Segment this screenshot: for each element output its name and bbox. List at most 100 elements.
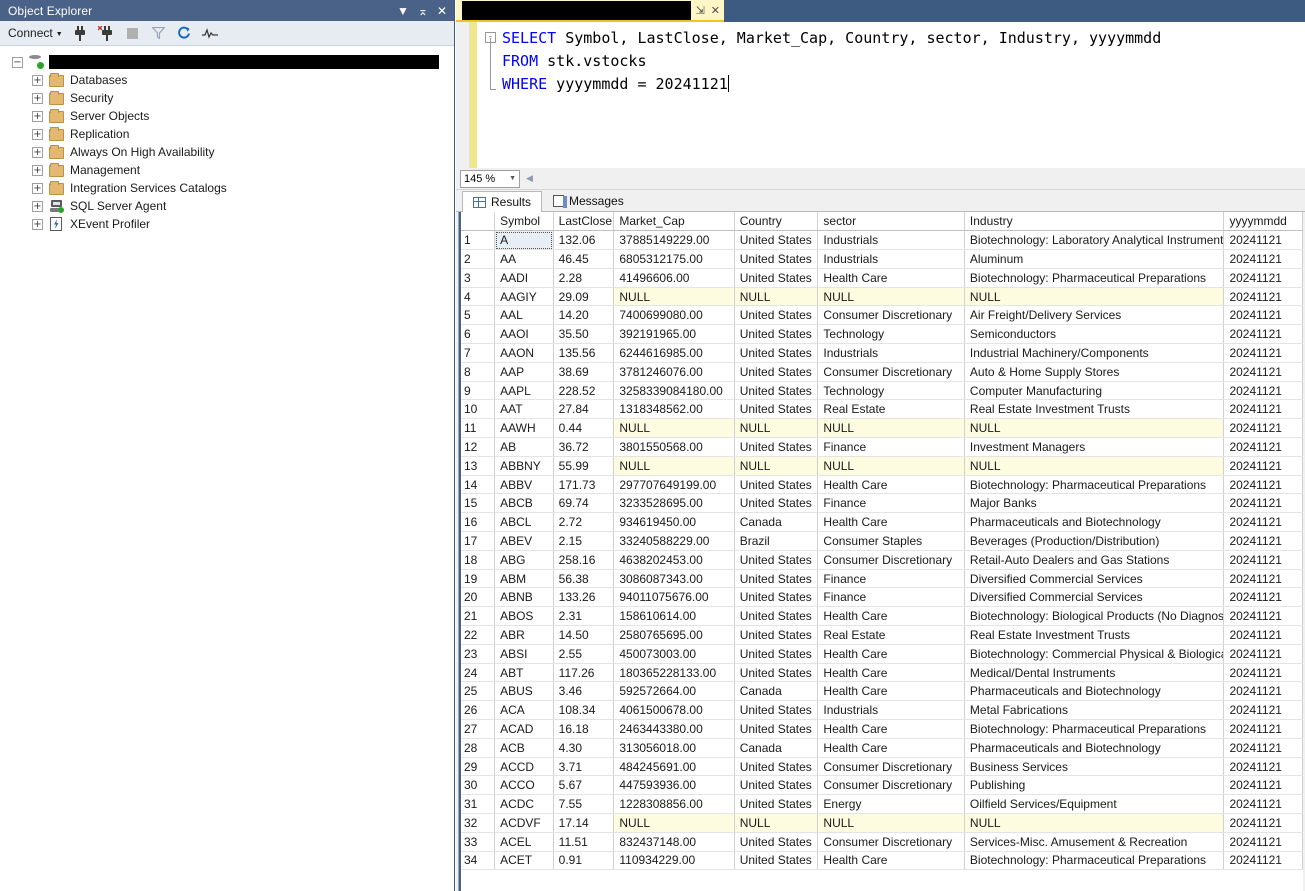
cell-symbol[interactable]: AAON [494, 343, 554, 363]
row-number-cell[interactable]: 3 [459, 268, 496, 288]
cell-industry[interactable]: Oilfield Services/Equipment [964, 794, 1225, 814]
cell-yyyymmdd[interactable]: 20241121 [1223, 775, 1303, 796]
row-number-cell[interactable]: 1 [459, 230, 496, 251]
cell-symbol[interactable]: ABEV [494, 531, 554, 551]
cell-lastclose[interactable]: 4.30 [553, 738, 615, 758]
cell-country[interactable]: Canada [734, 738, 819, 758]
column-header-country[interactable]: Country [734, 212, 819, 232]
cell-market_cap[interactable]: 832437148.00 [613, 832, 735, 852]
row-number-cell[interactable]: 17 [459, 531, 496, 551]
cell-country[interactable]: United States [734, 268, 819, 288]
cell-market_cap[interactable]: 3233528695.00 [613, 493, 735, 514]
table-row[interactable]: 30 ACCO 5.67 447593936.00 United States Consu… [459, 775, 1303, 796]
row-number-cell[interactable]: 32 [459, 813, 496, 833]
cell-lastclose[interactable]: 27.84 [553, 399, 615, 420]
cell-country[interactable]: Canada [734, 681, 819, 702]
cell-industry[interactable]: Medical/Dental Instruments [964, 663, 1225, 683]
cell-market_cap[interactable]: NULL [613, 813, 735, 833]
cell-sector[interactable]: Consumer Discretionary [817, 757, 965, 777]
cell-market_cap[interactable]: 110934229.00 [613, 851, 735, 871]
cell-country[interactable]: United States [734, 343, 819, 363]
cell-symbol[interactable]: AAWH [494, 418, 554, 439]
connect-button[interactable]: Connect ▼ [8, 26, 63, 40]
cell-sector[interactable]: Consumer Discretionary [817, 362, 965, 382]
cell-market_cap[interactable]: 158610614.00 [613, 606, 735, 627]
cell-market_cap[interactable]: NULL [613, 456, 735, 476]
table-row[interactable]: 29 ACCD 3.71 484245691.00 United States Consu… [459, 757, 1303, 777]
row-number-cell[interactable]: 24 [459, 663, 496, 683]
tab-results[interactable]: Results [462, 191, 543, 212]
table-row[interactable]: 23 ABSI 2.55 450073003.00 United States Healt… [459, 644, 1303, 664]
row-number-cell[interactable]: 25 [459, 681, 496, 702]
cell-market_cap[interactable]: 6244616985.00 [613, 343, 735, 363]
zoom-level-select[interactable]: 145 % ▼ [460, 169, 520, 188]
cell-market_cap[interactable]: 3258339084180.00 [613, 381, 735, 401]
cell-market_cap[interactable]: 6805312175.00 [613, 249, 735, 269]
cell-market_cap[interactable]: 41496606.00 [613, 268, 735, 288]
cell-yyyymmdd[interactable]: 20241121 [1223, 512, 1303, 533]
tree-node-replication[interactable]: + Replication [12, 125, 454, 143]
cell-symbol[interactable]: ABOS [494, 606, 554, 627]
cell-yyyymmdd[interactable]: 20241121 [1223, 832, 1303, 852]
cell-lastclose[interactable]: 2.15 [553, 531, 615, 551]
cell-lastclose[interactable]: 117.26 [553, 663, 615, 683]
cell-lastclose[interactable]: 11.51 [553, 832, 615, 852]
expand-expander-icon[interactable]: + [32, 110, 43, 122]
cell-country[interactable]: Brazil [734, 531, 819, 551]
pin-icon[interactable]: ⌅ [418, 5, 428, 17]
table-row[interactable]: 14 ABBV 171.73 297707649199.00 United States… [459, 475, 1303, 495]
row-number-cell[interactable]: 22 [459, 625, 496, 645]
cell-sector[interactable]: Consumer Staples [817, 531, 965, 551]
cell-sector[interactable]: Finance [817, 587, 965, 608]
cell-sector[interactable]: Finance [817, 569, 965, 589]
cell-yyyymmdd[interactable]: 20241121 [1223, 287, 1303, 307]
cell-sector[interactable]: Technology [817, 324, 965, 345]
cell-market_cap[interactable]: 3086087343.00 [613, 569, 735, 589]
cell-sector[interactable]: Health Care [817, 606, 965, 627]
row-number-cell[interactable]: 33 [459, 832, 496, 852]
table-row[interactable]: 25 ABUS 3.46 592572664.00 Canada Health Care P… [459, 681, 1303, 702]
cell-sector[interactable]: Consumer Discretionary [817, 775, 965, 796]
cell-lastclose[interactable]: 3.46 [553, 681, 615, 702]
cell-symbol[interactable]: AAT [494, 399, 554, 420]
cell-market_cap[interactable]: NULL [613, 418, 735, 439]
cell-sector[interactable]: Energy [817, 794, 965, 814]
expand-expander-icon[interactable]: + [32, 200, 43, 212]
table-row[interactable]: 24 ABT 117.26 180365228133.00 United States H… [459, 663, 1303, 683]
row-number-cell[interactable]: 12 [459, 437, 496, 457]
table-row[interactable]: 20 ABNB 133.26 94011075676.00 United States F… [459, 587, 1303, 608]
cell-industry[interactable]: Business Services [964, 757, 1225, 777]
cell-industry[interactable]: Biotechnology: Laboratory Analytical Ins… [964, 230, 1225, 251]
cell-yyyymmdd[interactable]: 20241121 [1223, 531, 1303, 551]
column-header-yyyymmdd[interactable]: yyyymmdd [1223, 212, 1303, 232]
expand-expander-icon[interactable]: + [32, 128, 43, 140]
code-line[interactable]: FROM stk.vstocks [477, 49, 1305, 72]
cell-yyyymmdd[interactable]: 20241121 [1223, 249, 1303, 269]
cell-symbol[interactable]: ACDVF [494, 813, 554, 833]
cell-symbol[interactable]: ABM [494, 569, 554, 589]
cell-symbol[interactable]: AAL [494, 305, 554, 326]
cell-country[interactable]: United States [734, 493, 819, 514]
table-row[interactable]: 31 ACDC 7.55 1228308856.00 United States Ener… [459, 794, 1303, 814]
cell-lastclose[interactable]: 228.52 [553, 381, 615, 401]
cell-symbol[interactable]: ACAD [494, 719, 554, 739]
cell-country[interactable]: United States [734, 644, 819, 664]
cell-sector[interactable]: Health Care [817, 475, 965, 495]
cell-yyyymmdd[interactable]: 20241121 [1223, 757, 1303, 777]
query-document-tab[interactable]: ⇲ ✕ [456, 0, 724, 22]
expand-expander-icon[interactable]: + [32, 92, 43, 104]
cell-country[interactable]: United States [734, 663, 819, 683]
row-number-cell[interactable]: 8 [459, 362, 496, 382]
cell-symbol[interactable]: ACDC [494, 794, 554, 814]
cell-symbol[interactable]: ABCB [494, 493, 554, 514]
cell-country[interactable]: United States [734, 475, 819, 495]
cell-sector[interactable]: NULL [817, 813, 965, 833]
cell-market_cap[interactable]: 3781246076.00 [613, 362, 735, 382]
table-row[interactable]: 10 AAT 27.84 1318348562.00 United States Real… [459, 399, 1303, 420]
cell-sector[interactable]: Finance [817, 493, 965, 514]
cell-country[interactable]: United States [734, 794, 819, 814]
table-row[interactable]: 16 ABCL 2.72 934619450.00 Canada Health Care P… [459, 512, 1303, 533]
sql-editor[interactable]: - SELECT Symbol, LastClose, Market_Cap, C… [456, 22, 1305, 168]
cell-symbol[interactable]: AB [494, 437, 554, 457]
cell-yyyymmdd[interactable]: 20241121 [1223, 681, 1303, 702]
